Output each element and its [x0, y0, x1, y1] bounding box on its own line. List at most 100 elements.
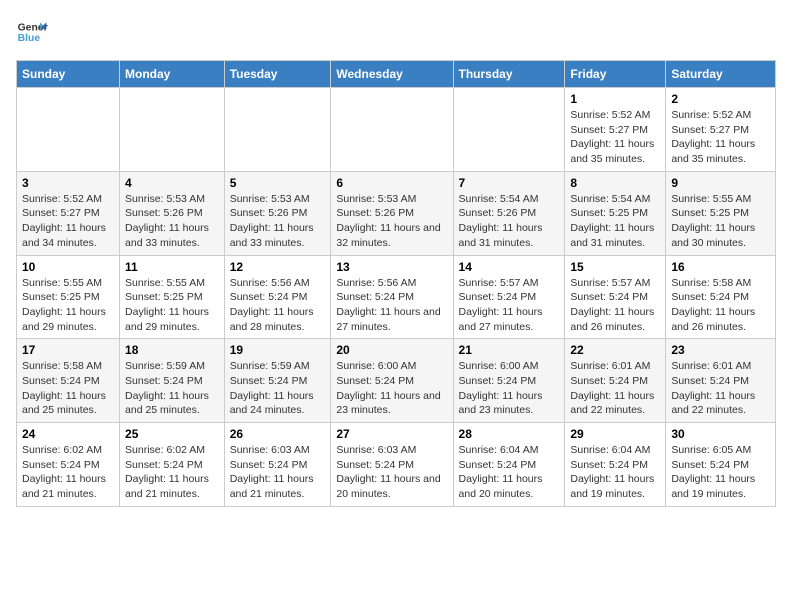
calendar-cell: 15 Sunrise: 5:57 AM Sunset: 5:24 PM Dayli… — [565, 255, 666, 339]
calendar-cell: 25Sunrise: 6:02 AM Sunset: 5:24 PM Dayli… — [120, 423, 225, 507]
calendar-cell: 22Sunrise: 6:01 AM Sunset: 5:24 PM Dayli… — [565, 339, 666, 423]
calendar-cell: 13Sunrise: 5:56 AM Sunset: 5:24 PM Dayli… — [331, 255, 453, 339]
weekday-header: Tuesday — [224, 61, 331, 88]
calendar-cell: 2 Sunrise: 5:52 AM Sunset: 5:27 PM Daylig… — [666, 88, 776, 172]
day-number: 7 — [459, 176, 560, 190]
weekday-header: Friday — [565, 61, 666, 88]
calendar-cell: 11 Sunrise: 5:55 AM Sunset: 5:25 PM Dayli… — [120, 255, 225, 339]
day-number: 17 — [22, 343, 114, 357]
weekday-header: Thursday — [453, 61, 565, 88]
day-info: Sunrise: 5:52 AM Sunset: 5:27 PM Dayligh… — [22, 192, 114, 251]
calendar-cell — [331, 88, 453, 172]
calendar-cell: 12 Sunrise: 5:56 AM Sunset: 5:24 PM Dayli… — [224, 255, 331, 339]
calendar-cell: 14 Sunrise: 5:57 AM Sunset: 5:24 PM Dayli… — [453, 255, 565, 339]
day-info: Sunrise: 5:55 AM Sunset: 5:25 PM Dayligh… — [671, 192, 770, 251]
logo: General Blue — [16, 16, 48, 48]
day-info: Sunrise: 6:04 AM Sunset: 5:24 PM Dayligh… — [459, 443, 560, 502]
calendar-cell: 9 Sunrise: 5:55 AM Sunset: 5:25 PM Daylig… — [666, 171, 776, 255]
day-info: Sunrise: 5:57 AM Sunset: 5:24 PM Dayligh… — [459, 276, 560, 335]
svg-text:Blue: Blue — [18, 33, 41, 44]
calendar-cell: 3Sunrise: 5:52 AM Sunset: 5:27 PM Daylig… — [17, 171, 120, 255]
day-info: Sunrise: 6:01 AM Sunset: 5:24 PM Dayligh… — [570, 359, 660, 418]
calendar-cell: 29 Sunrise: 6:04 AM Sunset: 5:24 PM Dayli… — [565, 423, 666, 507]
day-number: 25 — [125, 427, 219, 441]
calendar-table: SundayMondayTuesdayWednesdayThursdayFrid… — [16, 60, 776, 507]
day-info: Sunrise: 6:00 AM Sunset: 5:24 PM Dayligh… — [336, 359, 447, 418]
day-number: 16 — [671, 260, 770, 274]
day-number: 15 — [570, 260, 660, 274]
calendar-cell — [224, 88, 331, 172]
day-number: 5 — [230, 176, 326, 190]
calendar-cell: 23 Sunrise: 6:01 AM Sunset: 5:24 PM Dayli… — [666, 339, 776, 423]
calendar-cell: 5 Sunrise: 5:53 AM Sunset: 5:26 PM Daylig… — [224, 171, 331, 255]
day-info: Sunrise: 6:04 AM Sunset: 5:24 PM Dayligh… — [570, 443, 660, 502]
calendar-cell: 7 Sunrise: 5:54 AM Sunset: 5:26 PM Daylig… — [453, 171, 565, 255]
calendar-cell — [453, 88, 565, 172]
calendar-cell: 18 Sunrise: 5:59 AM Sunset: 5:24 PM Dayli… — [120, 339, 225, 423]
day-number: 20 — [336, 343, 447, 357]
day-number: 10 — [22, 260, 114, 274]
day-number: 6 — [336, 176, 447, 190]
day-info: Sunrise: 5:56 AM Sunset: 5:24 PM Dayligh… — [230, 276, 326, 335]
day-info: Sunrise: 5:54 AM Sunset: 5:25 PM Dayligh… — [570, 192, 660, 251]
calendar-cell: 8 Sunrise: 5:54 AM Sunset: 5:25 PM Daylig… — [565, 171, 666, 255]
calendar-cell: 1 Sunrise: 5:52 AM Sunset: 5:27 PM Daylig… — [565, 88, 666, 172]
calendar-body: 1 Sunrise: 5:52 AM Sunset: 5:27 PM Daylig… — [17, 88, 776, 507]
day-number: 13 — [336, 260, 447, 274]
calendar-week-row: 3Sunrise: 5:52 AM Sunset: 5:27 PM Daylig… — [17, 171, 776, 255]
day-info: Sunrise: 5:58 AM Sunset: 5:24 PM Dayligh… — [22, 359, 114, 418]
day-info: Sunrise: 5:55 AM Sunset: 5:25 PM Dayligh… — [22, 276, 114, 335]
day-info: Sunrise: 5:53 AM Sunset: 5:26 PM Dayligh… — [336, 192, 447, 251]
calendar-cell: 27 Sunrise: 6:03 AM Sunset: 5:24 PM Dayli… — [331, 423, 453, 507]
day-info: Sunrise: 6:03 AM Sunset: 5:24 PM Dayligh… — [336, 443, 447, 502]
calendar-week-row: 24 Sunrise: 6:02 AM Sunset: 5:24 PM Dayli… — [17, 423, 776, 507]
day-info: Sunrise: 5:52 AM Sunset: 5:27 PM Dayligh… — [570, 108, 660, 167]
day-number: 23 — [671, 343, 770, 357]
day-info: Sunrise: 5:53 AM Sunset: 5:26 PM Dayligh… — [125, 192, 219, 251]
page-header: General Blue — [16, 16, 776, 48]
day-info: Sunrise: 6:01 AM Sunset: 5:24 PM Dayligh… — [671, 359, 770, 418]
day-info: Sunrise: 6:02 AM Sunset: 5:24 PM Dayligh… — [22, 443, 114, 502]
calendar-header-row: SundayMondayTuesdayWednesdayThursdayFrid… — [17, 61, 776, 88]
day-info: Sunrise: 5:57 AM Sunset: 5:24 PM Dayligh… — [570, 276, 660, 335]
calendar-cell: 28 Sunrise: 6:04 AM Sunset: 5:24 PM Dayli… — [453, 423, 565, 507]
calendar-cell: 4Sunrise: 5:53 AM Sunset: 5:26 PM Daylig… — [120, 171, 225, 255]
calendar-week-row: 1 Sunrise: 5:52 AM Sunset: 5:27 PM Daylig… — [17, 88, 776, 172]
calendar-cell: 16 Sunrise: 5:58 AM Sunset: 5:24 PM Dayli… — [666, 255, 776, 339]
day-info: Sunrise: 6:00 AM Sunset: 5:24 PM Dayligh… — [459, 359, 560, 418]
day-number: 30 — [671, 427, 770, 441]
day-number: 27 — [336, 427, 447, 441]
day-info: Sunrise: 5:58 AM Sunset: 5:24 PM Dayligh… — [671, 276, 770, 335]
day-number: 12 — [230, 260, 326, 274]
day-number: 14 — [459, 260, 560, 274]
day-number: 21 — [459, 343, 560, 357]
day-info: Sunrise: 5:59 AM Sunset: 5:24 PM Dayligh… — [230, 359, 326, 418]
day-info: Sunrise: 5:59 AM Sunset: 5:24 PM Dayligh… — [125, 359, 219, 418]
day-number: 2 — [671, 92, 770, 106]
calendar-week-row: 10 Sunrise: 5:55 AM Sunset: 5:25 PM Dayli… — [17, 255, 776, 339]
day-number: 8 — [570, 176, 660, 190]
calendar-week-row: 17 Sunrise: 5:58 AM Sunset: 5:24 PM Dayli… — [17, 339, 776, 423]
calendar-cell: 6 Sunrise: 5:53 AM Sunset: 5:26 PM Daylig… — [331, 171, 453, 255]
calendar-cell — [17, 88, 120, 172]
day-number: 19 — [230, 343, 326, 357]
day-number: 1 — [570, 92, 660, 106]
day-number: 11 — [125, 260, 219, 274]
day-number: 9 — [671, 176, 770, 190]
weekday-header: Sunday — [17, 61, 120, 88]
day-number: 24 — [22, 427, 114, 441]
calendar-cell: 19 Sunrise: 5:59 AM Sunset: 5:24 PM Dayli… — [224, 339, 331, 423]
day-number: 28 — [459, 427, 560, 441]
logo-icon: General Blue — [16, 16, 48, 48]
day-info: Sunrise: 6:05 AM Sunset: 5:24 PM Dayligh… — [671, 443, 770, 502]
day-info: Sunrise: 5:55 AM Sunset: 5:25 PM Dayligh… — [125, 276, 219, 335]
day-number: 18 — [125, 343, 219, 357]
day-info: Sunrise: 5:54 AM Sunset: 5:26 PM Dayligh… — [459, 192, 560, 251]
day-info: Sunrise: 5:53 AM Sunset: 5:26 PM Dayligh… — [230, 192, 326, 251]
day-number: 29 — [570, 427, 660, 441]
calendar-cell — [120, 88, 225, 172]
calendar-cell: 17 Sunrise: 5:58 AM Sunset: 5:24 PM Dayli… — [17, 339, 120, 423]
weekday-header: Monday — [120, 61, 225, 88]
day-info: Sunrise: 6:03 AM Sunset: 5:24 PM Dayligh… — [230, 443, 326, 502]
day-info: Sunrise: 5:52 AM Sunset: 5:27 PM Dayligh… — [671, 108, 770, 167]
